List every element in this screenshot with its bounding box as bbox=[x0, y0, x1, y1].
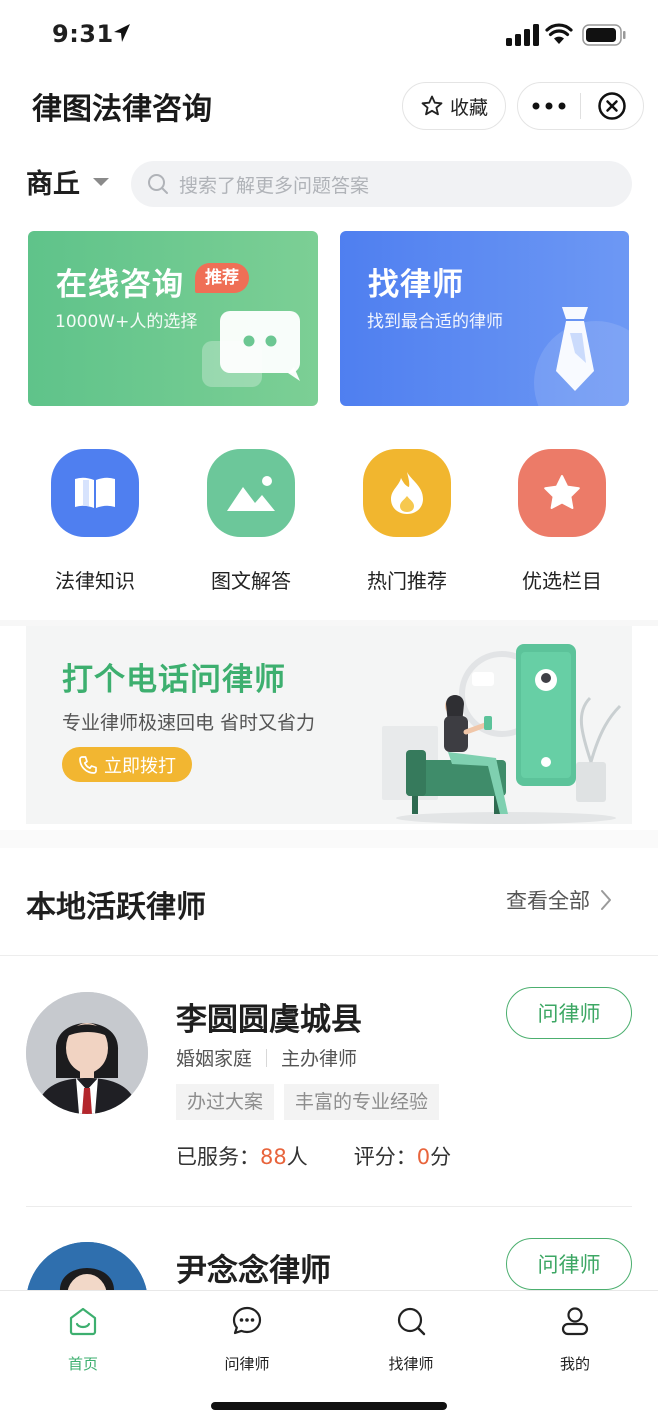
meta-separator bbox=[266, 1048, 268, 1067]
practice-area: 婚姻家庭 bbox=[176, 1048, 253, 1070]
lawyer-name: 尹念念律师 bbox=[176, 1253, 331, 1289]
category-label: 图文解答 bbox=[211, 569, 291, 593]
section-title: 本地活跃律师 bbox=[26, 890, 206, 925]
home-indicator bbox=[211, 1402, 447, 1410]
lawyer-name: 李圆圆虞城县 bbox=[176, 1002, 362, 1038]
caret-down-icon bbox=[93, 177, 109, 186]
call-now-button[interactable]: 立即拨打 bbox=[62, 747, 192, 782]
image-icon bbox=[207, 449, 295, 537]
view-all-link[interactable]: 查看全部 bbox=[506, 885, 612, 915]
search-placeholder: 搜索了解更多问题答案 bbox=[179, 174, 370, 197]
online-consult-subtitle: 1000W+人的选择 bbox=[55, 312, 198, 332]
rating-stat: 评分：0分 bbox=[354, 1141, 451, 1171]
section-divider bbox=[0, 955, 658, 956]
category-label: 优选栏目 bbox=[522, 569, 602, 593]
find-lawyer-subtitle: 找到最合适的律师 bbox=[367, 312, 503, 332]
status-bar: 9:31 bbox=[0, 0, 658, 70]
page-title: 律图法律咨询 bbox=[32, 92, 212, 127]
cellular-signal-icon bbox=[506, 24, 539, 46]
battery-icon bbox=[582, 24, 626, 46]
more-button[interactable] bbox=[518, 83, 580, 129]
find-lawyer-title: 找律师 bbox=[368, 267, 464, 303]
city-label: 商丘 bbox=[26, 169, 80, 200]
tab-label: 首页 bbox=[67, 1355, 98, 1373]
online-consult-card[interactable]: 在线咨询 推荐 1000W+人的选择 bbox=[28, 231, 318, 406]
location-arrow-icon bbox=[114, 24, 130, 42]
search-input[interactable]: 搜索了解更多问题答案 bbox=[131, 161, 632, 207]
lawyer-tags: 办过大案 丰富的专业经验 bbox=[176, 1084, 440, 1120]
fire-icon bbox=[363, 449, 451, 537]
lawyer-tag: 丰富的专业经验 bbox=[284, 1084, 440, 1120]
favorite-label: 收藏 bbox=[449, 96, 488, 119]
lawyer-divider bbox=[26, 1206, 632, 1207]
ask-lawyer-button[interactable]: 问律师 bbox=[506, 987, 632, 1039]
tab-find-lawyer[interactable]: 找律师 bbox=[361, 1305, 461, 1374]
category-image-answers[interactable]: 图文解答 bbox=[186, 449, 316, 594]
city-selector[interactable]: 商丘 bbox=[26, 162, 110, 201]
phone-icon bbox=[79, 755, 97, 774]
close-button[interactable] bbox=[581, 83, 643, 129]
tab-label: 找律师 bbox=[388, 1355, 434, 1373]
user-icon bbox=[561, 1307, 589, 1336]
category-hot-picks[interactable]: 热门推荐 bbox=[342, 449, 472, 594]
search-icon bbox=[397, 1307, 426, 1336]
star-icon bbox=[518, 449, 606, 537]
chat-bubble-icon bbox=[202, 311, 300, 387]
rating-label: 评分： bbox=[353, 1145, 417, 1169]
wifi-icon bbox=[545, 23, 573, 44]
tab-home[interactable]: 首页 bbox=[33, 1305, 133, 1374]
tab-profile[interactable]: 我的 bbox=[525, 1305, 625, 1374]
online-consult-title: 在线咨询 bbox=[56, 267, 184, 303]
served-label: 已服务： bbox=[176, 1145, 260, 1169]
necktie-icon bbox=[534, 307, 629, 406]
tab-ask-lawyer[interactable]: 问律师 bbox=[197, 1305, 297, 1374]
tab-label: 我的 bbox=[559, 1355, 590, 1373]
tab-label: 问律师 bbox=[224, 1355, 270, 1373]
book-icon bbox=[51, 449, 139, 537]
category-label: 热门推荐 bbox=[367, 569, 447, 593]
rating-unit: 分 bbox=[430, 1145, 452, 1169]
served-count: 88 bbox=[260, 1145, 287, 1169]
rating-value: 0 bbox=[416, 1145, 431, 1169]
home-icon bbox=[69, 1307, 97, 1336]
served-unit: 人 bbox=[286, 1145, 308, 1169]
lawyer-tag: 办过大案 bbox=[176, 1084, 275, 1120]
search-icon bbox=[148, 174, 168, 194]
call-now-label: 立即拨打 bbox=[104, 755, 176, 777]
banner-subtitle: 专业律师极速回电 省时又省力 bbox=[62, 712, 316, 734]
banner-title: 打个电话问律师 bbox=[62, 662, 286, 698]
miniapp-capsule bbox=[517, 82, 644, 130]
ask-lawyer-button[interactable]: 问律师 bbox=[506, 1238, 632, 1290]
phone-call-illustration bbox=[382, 644, 622, 824]
lawyer-meta: 婚姻家庭 主办律师 bbox=[176, 1044, 357, 1071]
lawyer-stats: 已服务：88人 评分：0分 bbox=[176, 1141, 451, 1171]
call-lawyer-banner[interactable]: 打个电话问律师 专业律师极速回电 省时又省力 立即拨打 bbox=[26, 626, 632, 824]
status-time: 9:31 bbox=[52, 20, 114, 48]
find-lawyer-card[interactable]: 找律师 找到最合适的律师 bbox=[340, 231, 629, 406]
lawyer-role: 主办律师 bbox=[281, 1048, 358, 1070]
category-featured-columns[interactable]: 优选栏目 bbox=[497, 449, 627, 594]
avatar bbox=[26, 992, 148, 1114]
close-circle-icon bbox=[598, 92, 626, 120]
view-all-label: 查看全部 bbox=[506, 889, 590, 913]
favorite-button[interactable]: 收藏 bbox=[402, 82, 506, 130]
section-separator bbox=[0, 830, 658, 848]
more-dots-icon bbox=[532, 102, 566, 110]
served-stat: 已服务：88人 bbox=[176, 1141, 308, 1171]
chevron-right-icon bbox=[601, 890, 611, 910]
category-legal-knowledge[interactable]: 法律知识 bbox=[30, 449, 160, 594]
star-outline-icon bbox=[421, 95, 443, 116]
recommend-badge: 推荐 bbox=[195, 263, 249, 293]
category-label: 法律知识 bbox=[55, 569, 135, 593]
chat-icon bbox=[232, 1306, 262, 1335]
